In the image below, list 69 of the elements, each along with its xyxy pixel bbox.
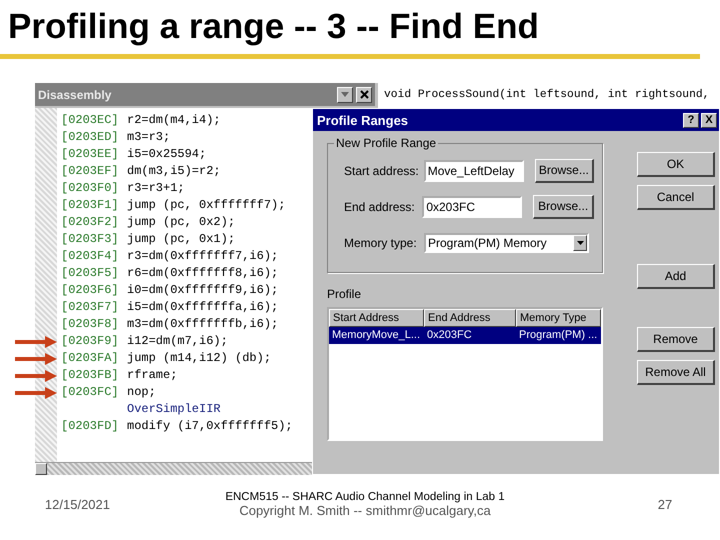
input-field[interactable]: Move_LeftDelay xyxy=(424,160,524,182)
column-header[interactable]: End Address xyxy=(424,309,516,327)
code-text: jump (pc, 0x2); xyxy=(127,214,236,231)
address-text: [0203FA] xyxy=(61,350,120,367)
code-text: jump (pc, 0xfffffff7); xyxy=(127,197,286,214)
address-text: [0203F1] xyxy=(61,197,120,214)
address-text: [0203F4] xyxy=(61,248,120,265)
code-text: i0=dm(0xfffffff9,i6); xyxy=(127,282,278,299)
address-text: [0203EF] xyxy=(61,163,120,180)
code-text: r3=dm(0xfffffff7,i6); xyxy=(127,248,278,265)
code-text: m3=r3; xyxy=(127,129,170,146)
browse-button[interactable]: Browse... xyxy=(533,194,594,218)
address-text: [0203FC] xyxy=(61,384,120,401)
copyright-text: Copyright M. Smith -- smithmr@ucalgary,ca xyxy=(239,503,491,518)
list-row[interactable]: MemoryMove_L... 0x203FC Program(PM) ... xyxy=(329,327,601,344)
dialog-button[interactable]: OK xyxy=(637,152,715,177)
column-header[interactable]: Memory Type xyxy=(516,309,601,327)
dialog-button[interactable]: Remove xyxy=(637,327,715,352)
address-text: [0203F0] xyxy=(61,180,120,197)
input-field[interactable]: 0x203FC xyxy=(422,196,522,218)
address-text: [0203F5] xyxy=(61,265,120,282)
field-label: End address: xyxy=(344,200,416,214)
address-text: [0203F9] xyxy=(61,333,120,350)
code-text: i12=dm(m7,i6); xyxy=(127,333,228,350)
address-text: [0203ED] xyxy=(61,129,120,146)
close-button[interactable]: X xyxy=(701,112,717,128)
code-text: r3=r3+1; xyxy=(127,180,185,197)
code-text: r6=dm(0xfffffff8,i6); xyxy=(127,265,278,282)
code-text: m3=dm(0xfffffffb,i6); xyxy=(127,316,278,333)
dropdown-icon[interactable] xyxy=(337,86,353,102)
slide-date: 12/15/2021 xyxy=(44,497,110,512)
code-text: modify (i7,0xfffffff5); xyxy=(127,418,293,435)
code-text: i5=dm(0xfffffffa,i6); xyxy=(127,299,278,316)
list-label: Profile xyxy=(327,287,362,301)
pane-title: Disassembly xyxy=(38,88,112,102)
address-text: [0203EC] xyxy=(61,112,120,129)
code-text: jump (m14,i12) (db); xyxy=(127,350,272,367)
address-text: [0203F2] xyxy=(61,214,120,231)
dialog-button[interactable]: Add xyxy=(637,264,715,289)
close-icon[interactable] xyxy=(356,86,372,102)
page-number: 27 xyxy=(656,497,674,512)
address-text: [0203EE] xyxy=(61,146,120,163)
code-text: jump (pc, 0x1); xyxy=(127,231,236,248)
browse-button[interactable]: Browse... xyxy=(534,158,594,182)
address-text: [0203F3] xyxy=(61,231,120,248)
code-text: dm(m3,i5)=r2; xyxy=(127,163,221,180)
course-title: ENCM515 -- SHARC Audio Channel Modeling in Lab 1 xyxy=(225,491,505,503)
dropdown-arrow-icon[interactable] xyxy=(576,240,584,244)
dialog-button[interactable]: Cancel xyxy=(637,185,715,210)
help-button[interactable]: ? xyxy=(683,112,699,128)
field-label: Start address: xyxy=(344,164,419,178)
address-text: [0203F8] xyxy=(61,316,120,333)
code-text: r2=dm(m4,i4); xyxy=(127,112,221,129)
address-text: [0203FB] xyxy=(61,367,120,384)
slide-title: Profiling a range -- 3 -- Find End xyxy=(7,6,540,48)
dropdown-field[interactable]: Program(PM) Memory xyxy=(424,232,589,252)
column-header[interactable]: Start Address xyxy=(329,309,424,327)
code-text: i5=0x25594; xyxy=(127,146,206,163)
scrollbar[interactable] xyxy=(35,462,312,475)
dialog-button[interactable]: Remove All xyxy=(637,360,715,385)
code-text: rframe; xyxy=(127,367,178,384)
field-label: Memory type: xyxy=(344,236,418,250)
address-text: [0203FD] xyxy=(61,418,120,435)
label-text: OverSimpleIIR xyxy=(126,401,221,418)
code-text: nop; xyxy=(127,384,156,401)
group-title: New Profile Range xyxy=(334,136,438,150)
address-text: [0203F6] xyxy=(61,282,120,299)
address-text: [0203F7] xyxy=(61,299,120,316)
dialog-title: Profile Ranges xyxy=(317,112,410,128)
